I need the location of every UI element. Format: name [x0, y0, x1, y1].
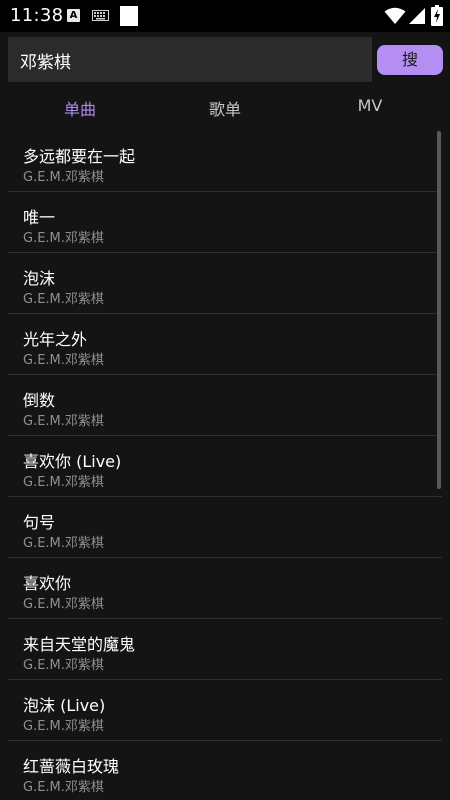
status-time: 11:38: [10, 5, 64, 26]
song-title: 光年之外: [23, 330, 88, 349]
search-input[interactable]: 邓紫棋: [8, 37, 372, 82]
song-item[interactable]: 泡沫 G.E.M.邓紫棋: [8, 253, 442, 314]
keyboard-icon: [92, 10, 109, 21]
song-artist: G.E.M.邓紫棋: [23, 597, 104, 612]
song-item[interactable]: 喜欢你 (Live) G.E.M.邓紫棋: [8, 436, 442, 497]
tab-single[interactable]: 单曲: [40, 96, 120, 120]
status-bar: 11:38 A: [0, 0, 450, 32]
song-title: 泡沫: [23, 269, 56, 288]
song-artist: G.E.M.邓紫棋: [23, 658, 104, 673]
song-artist: G.E.M.邓紫棋: [23, 536, 104, 551]
song-item[interactable]: 泡沫 (Live) G.E.M.邓紫棋: [8, 680, 442, 741]
song-item[interactable]: 句号 G.E.M.邓紫棋: [8, 497, 442, 558]
song-title: 喜欢你: [23, 574, 72, 593]
song-artist: G.E.M.邓紫棋: [23, 414, 104, 429]
screen: 11:38 A 邓紫棋 搜 单曲 歌单 MV 多远都要在一起 G.E.M.邓紫棋…: [0, 0, 450, 800]
song-item[interactable]: 倒数 G.E.M.邓紫棋: [8, 375, 442, 436]
song-artist: G.E.M.邓紫棋: [23, 292, 104, 307]
song-title: 多远都要在一起: [23, 147, 136, 166]
song-artist: G.E.M.邓紫棋: [23, 719, 104, 734]
song-item[interactable]: 多远都要在一起 G.E.M.邓紫棋: [8, 131, 442, 192]
song-title: 来自天堂的魔鬼: [23, 635, 136, 654]
tab-playlist[interactable]: 歌单: [185, 96, 265, 120]
song-title: 句号: [23, 513, 56, 532]
tab-mv[interactable]: MV: [330, 96, 410, 120]
song-item[interactable]: 唯一 G.E.M.邓紫棋: [8, 192, 442, 253]
song-list[interactable]: 多远都要在一起 G.E.M.邓紫棋 唯一 G.E.M.邓紫棋 泡沫 G.E.M.…: [8, 131, 442, 800]
battery-charging-icon: [431, 5, 443, 26]
song-artist: G.E.M.邓紫棋: [23, 475, 104, 490]
song-item[interactable]: 红蔷薇白玫瑰 G.E.M.邓紫棋: [8, 741, 442, 800]
song-artist: G.E.M.邓紫棋: [23, 780, 104, 795]
song-title: 泡沫 (Live): [23, 696, 106, 715]
search-query-text: 邓紫棋: [20, 53, 71, 73]
cell-signal-icon: [409, 8, 425, 24]
song-title: 唯一: [23, 208, 56, 227]
song-item[interactable]: 喜欢你 G.E.M.邓紫棋: [8, 558, 442, 619]
list-scrollbar[interactable]: [437, 131, 441, 489]
song-artist: G.E.M.邓紫棋: [23, 231, 104, 246]
search-button[interactable]: 搜: [377, 45, 443, 75]
song-title: 红蔷薇白玫瑰: [23, 757, 120, 776]
a-notification-icon: A: [67, 9, 80, 22]
song-title: 喜欢你 (Live): [23, 452, 122, 471]
wifi-icon: [384, 7, 406, 24]
song-item[interactable]: 来自天堂的魔鬼 G.E.M.邓紫棋: [8, 619, 442, 680]
song-artist: G.E.M.邓紫棋: [23, 170, 104, 185]
song-item[interactable]: 光年之外 G.E.M.邓紫棋: [8, 314, 442, 375]
white-square-icon: [120, 6, 138, 26]
song-title: 倒数: [23, 391, 56, 410]
song-artist: G.E.M.邓紫棋: [23, 353, 104, 368]
